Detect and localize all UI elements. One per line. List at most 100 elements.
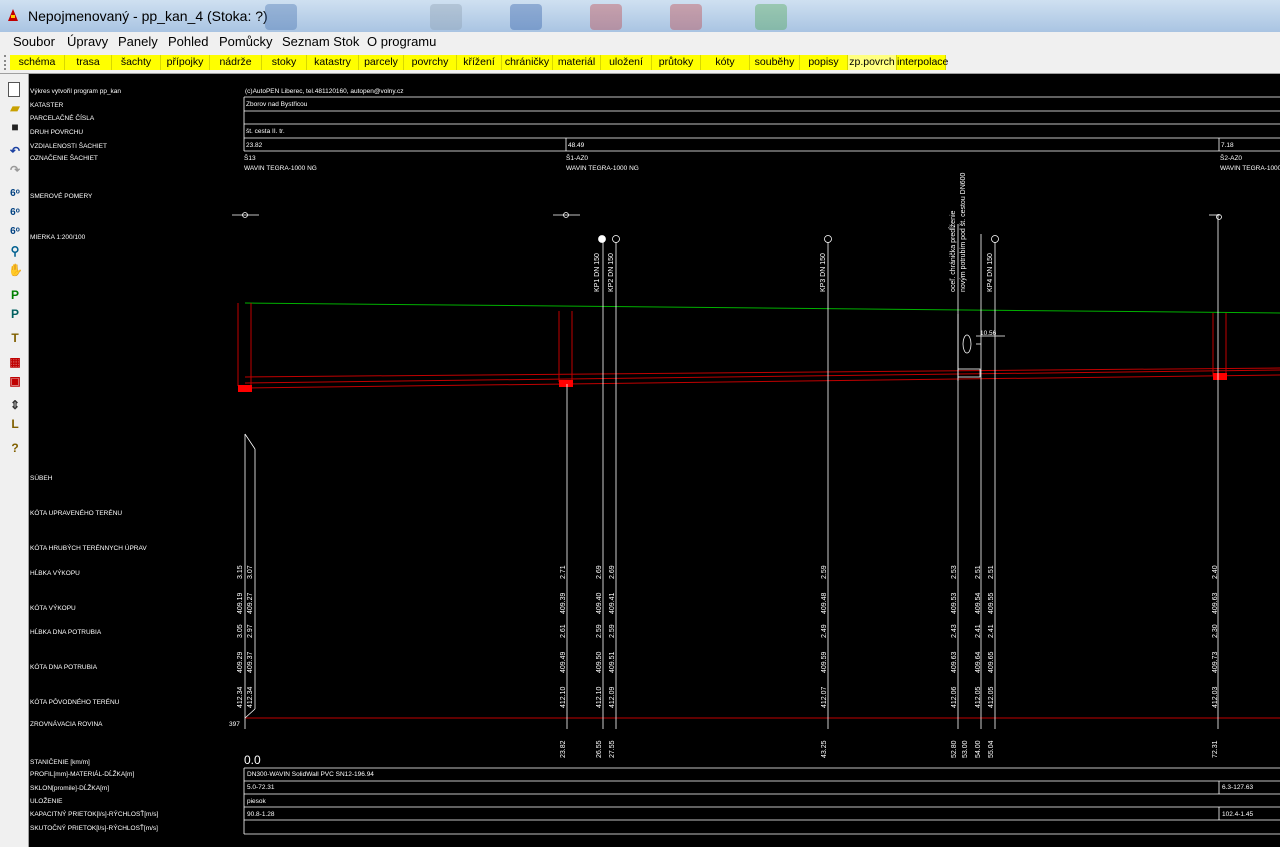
original-level-value: 412.09 — [609, 686, 616, 708]
menu-pohled[interactable]: Pohled — [168, 34, 208, 49]
zoom-icon[interactable]: ⚲ — [8, 244, 22, 258]
category-toolbar: schéma trasa šachty přípojky nádrže stok… — [0, 53, 1280, 74]
original-level-value: 412.07 — [821, 686, 828, 708]
menu-bar: Soubor Úpravy Panely Pohled Pomůcky Sezn… — [0, 32, 1280, 54]
pipe-bottom-level-value: 409.51 — [609, 651, 616, 673]
help-icon[interactable]: ? — [8, 441, 22, 455]
pipe-bottom-level-value: 409.29 — [237, 651, 244, 673]
toolbar-material-button[interactable]: materiál — [553, 55, 601, 70]
updown-icon[interactable]: ⇕ — [8, 398, 22, 412]
toolbar-nadrze-button[interactable]: nádrže — [210, 55, 262, 70]
menu-pomucky[interactable]: Pomůcky — [219, 34, 272, 49]
slope-value: 5.0-72.31 — [247, 784, 275, 791]
original-level-value: 412.10 — [596, 686, 603, 708]
pipe-bottom-level-value: 409.50 — [596, 651, 603, 673]
menu-soubor[interactable]: Soubor — [13, 34, 55, 49]
excavation-depth-value: 2.69 — [596, 565, 603, 579]
toolbar-ulozeni-button[interactable]: uložení — [601, 55, 652, 70]
toolbar-prutoky-button[interactable]: průtoky — [652, 55, 701, 70]
taskbar-ghost-icon — [755, 4, 787, 30]
menu-seznam-stok[interactable]: Seznam Stok — [282, 34, 359, 49]
hand-icon[interactable]: ✋ — [8, 263, 23, 277]
toolbar-pripojky-button[interactable]: přípojky — [161, 55, 210, 70]
bottom-table-grid — [243, 767, 1280, 835]
excavation-level-value: 409.41 — [609, 592, 616, 614]
glasses-icon[interactable]: 6ᵒ — [8, 225, 22, 239]
new-file-icon[interactable] — [8, 82, 20, 97]
pipe-bottom-level-value: 409.37 — [247, 651, 254, 673]
original-level-value: 412.05 — [975, 686, 982, 708]
excavation-depth-value: 3.15 — [237, 565, 244, 579]
profile-value: DN300-WAVIN SolidWall PVC SN12-196.94 — [247, 771, 374, 778]
excavation-level-value: 409.27 — [247, 592, 254, 614]
pipe-bottom-depth-value: 2.30 — [1212, 624, 1219, 638]
letter-p-icon[interactable]: P — [8, 288, 22, 302]
pipe-bottom-depth-value: 2.41 — [975, 624, 982, 638]
station-value: 52.80 — [951, 740, 958, 758]
menu-o-programu[interactable]: O programu — [367, 34, 436, 49]
glasses-icon[interactable]: 6ᵒ — [8, 187, 22, 201]
toolbar-chranicky-button[interactable]: chráničky — [502, 55, 553, 70]
toolbar-katastry-button[interactable]: katastry — [307, 55, 359, 70]
letter-l-icon[interactable]: L — [8, 417, 22, 431]
excavation-level-value: 409.19 — [237, 592, 244, 614]
drawing-canvas[interactable]: Výkres vytvořil program pp_kan (c)AutoPE… — [29, 74, 1280, 847]
toolbar-soubehy-button[interactable]: souběhy — [750, 55, 800, 70]
toolbar-stoky-button[interactable]: stoky — [262, 55, 307, 70]
toolbar-koty-button[interactable]: kóty — [701, 55, 750, 70]
excavation-level-value: 409.39 — [560, 592, 567, 614]
excavation-depth-value: 2.69 — [609, 565, 616, 579]
bedding-value: piesok — [247, 798, 266, 805]
station-value: 43.25 — [821, 740, 828, 758]
station-value: 72.31 — [1212, 740, 1219, 758]
red-box-icon[interactable]: ▣ — [8, 374, 22, 388]
toolbar-popisy-button[interactable]: popisy — [800, 55, 848, 70]
station-value: 53.00 — [962, 740, 969, 758]
glasses-icon[interactable]: 6ᵒ — [8, 206, 22, 220]
excavation-depth-value: 3.07 — [247, 565, 254, 579]
pipe-bottom-level-value: 409.64 — [975, 651, 982, 673]
toolbar-trasa-button[interactable]: trasa — [65, 55, 112, 70]
letter-p-icon[interactable]: P — [8, 307, 22, 321]
redo-icon[interactable]: ↷ — [8, 163, 22, 177]
pipe-bottom-depth-value: 2.41 — [988, 624, 995, 638]
undo-icon[interactable]: ↶ — [8, 144, 22, 158]
app-icon — [8, 9, 18, 21]
excavation-depth-value: 2.51 — [988, 565, 995, 579]
menu-panely[interactable]: Panely — [118, 34, 158, 49]
taskbar-ghost-icon — [590, 4, 622, 30]
toolbar-parcely-button[interactable]: parcely — [359, 55, 404, 70]
excavation-level-value: 409.48 — [821, 592, 828, 614]
menu-upravy[interactable]: Úpravy — [67, 34, 108, 49]
pipe-bottom-level-value: 409.65 — [988, 651, 995, 673]
pipe-bottom-depth-value: 2.61 — [560, 624, 567, 638]
title-bar: Nepojmenovaný - pp_kan_4 (Stoka: ?) — [0, 0, 1280, 33]
toolbar-interpolace-button[interactable]: interpolace — [897, 55, 948, 70]
excavation-depth-value: 2.40 — [1212, 565, 1219, 579]
excavation-level-value: 409.63 — [1212, 592, 1219, 614]
station-value: 54.00 — [975, 740, 982, 758]
open-folder-icon[interactable]: ▰ — [8, 101, 22, 115]
toolbar-sachty-button[interactable]: šachty — [112, 55, 161, 70]
taskbar-ghost-icon — [265, 4, 297, 30]
save-icon[interactable]: ■ — [8, 120, 22, 134]
window-title: Nepojmenovaný - pp_kan_4 (Stoka: ?) — [28, 8, 268, 24]
pipe-bottom-depth-value: 3.05 — [237, 624, 244, 638]
pipe-bottom-depth-value: 2.49 — [821, 624, 828, 638]
original-level-value: 412.03 — [1212, 686, 1219, 708]
tools-toolbar: ▰ ■ ↶ ↷ 6ᵒ 6ᵒ 6ᵒ ⚲ ✋ P P T ▦ ▣ ⇕ L ? — [0, 74, 29, 847]
pipe-bottom-depth-value: 2.43 — [951, 624, 958, 638]
letter-t-icon[interactable]: T — [8, 331, 22, 345]
toolbar-schema-button[interactable]: schéma — [10, 55, 65, 70]
taskbar-ghost-icon — [670, 4, 702, 30]
toolbar-povrchy-button[interactable]: povrchy — [404, 55, 457, 70]
toolbar-zppovrch-button[interactable]: zp.povrch — [848, 55, 897, 70]
red-grid-icon[interactable]: ▦ — [8, 355, 22, 369]
taskbar-ghost-icon — [510, 4, 542, 30]
excavation-depth-value: 2.51 — [975, 565, 982, 579]
original-level-value: 412.06 — [951, 686, 958, 708]
capacity-value: 90.8-1.28 — [247, 811, 275, 818]
excavation-depth-value: 2.59 — [821, 565, 828, 579]
toolbar-krizeni-button[interactable]: křížení — [457, 55, 502, 70]
excavation-depth-value: 2.71 — [560, 565, 567, 579]
